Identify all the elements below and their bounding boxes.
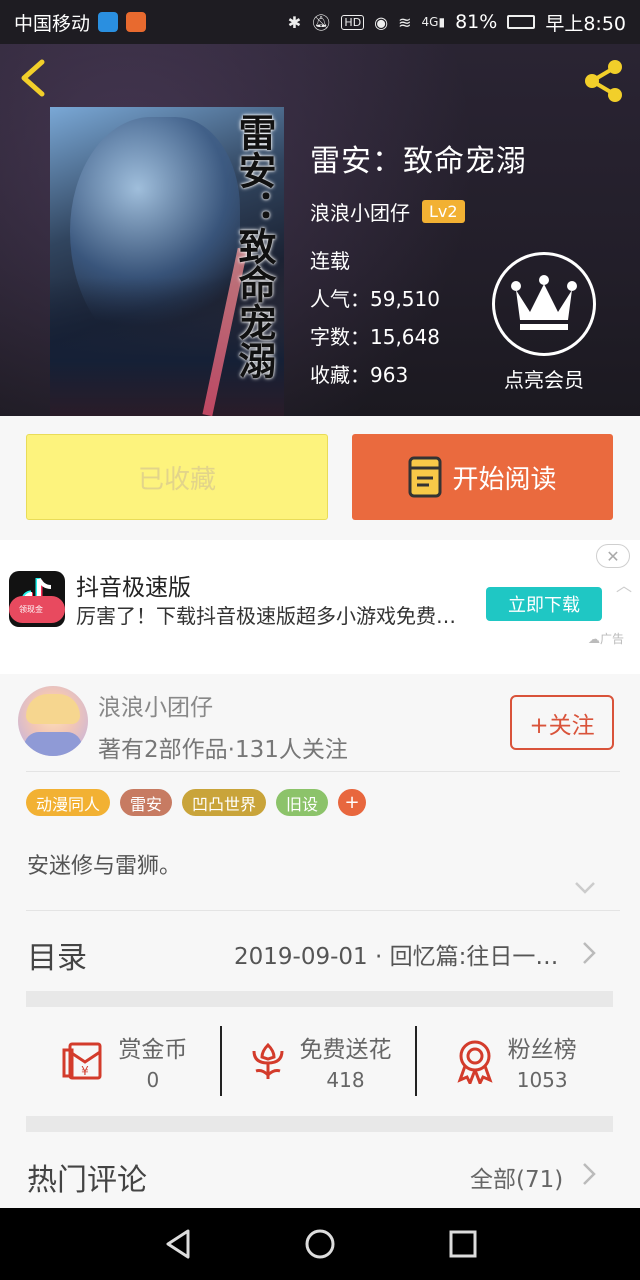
ad-mark: ☁广告: [588, 632, 625, 646]
avatar-hair: [26, 694, 80, 724]
reward-coins-value: 0: [146, 1068, 160, 1092]
book-cover[interactable]: 雷安：致命宠溺: [50, 107, 284, 416]
divider: [26, 771, 620, 772]
start-reading-label: 开始阅读: [452, 464, 557, 495]
crown-icon: [511, 275, 577, 330]
hd-icon: HD: [341, 14, 365, 30]
home-circle-icon[interactable]: [304, 1228, 336, 1260]
battery-icon: [507, 15, 536, 29]
carrier-label: 中国移动: [14, 12, 91, 35]
bluetooth-icon: ✱: [287, 12, 302, 32]
start-reading-button[interactable]: 开始阅读: [352, 434, 613, 520]
avatar-body: [24, 732, 82, 756]
chevron-up-icon[interactable]: ︿: [616, 572, 632, 596]
section-divider: [26, 1116, 613, 1132]
ad-icon-tag: 领现金: [9, 596, 65, 623]
flower-icon: [252, 1042, 283, 1079]
fans-ranking-label: 粉丝榜: [507, 1037, 577, 1063]
chevron-right-icon[interactable]: [582, 1162, 596, 1186]
send-flower-value: 418: [326, 1068, 365, 1092]
hot-comments-label: 热门评论: [27, 1163, 147, 1198]
tag-list: 动漫同人 雷安 凹凸世界 旧设 +: [26, 789, 367, 816]
tag-chip[interactable]: 动漫同人: [26, 789, 111, 816]
favorites-count: 收藏：963: [310, 363, 409, 387]
svg-text:¥: ¥: [82, 1064, 90, 1078]
all-comments-link[interactable]: 全部(71): [470, 1160, 563, 1194]
network-type: 4G: [421, 15, 439, 29]
signal-icon: 4G▮: [421, 15, 446, 29]
serial-status: 连载: [310, 249, 350, 273]
book-header: 雷安：致命宠溺 雷安：致命宠溺 浪浪小团仔 Lv2 连载 人气：59,510 字…: [0, 44, 640, 416]
ad-app-name: 抖音极速版: [76, 575, 191, 601]
reward-coins-label: 赏金币: [118, 1037, 188, 1063]
toc-label[interactable]: 目录: [27, 933, 87, 977]
medal-icon: [457, 1040, 493, 1084]
red-envelope-icon: ¥: [62, 1042, 102, 1080]
fans-ranking-value: 1053: [516, 1068, 568, 1092]
author-name[interactable]: 浪浪小团仔: [310, 197, 410, 226]
recents-square-icon[interactable]: [448, 1229, 478, 1259]
level-badge: Lv2: [422, 200, 465, 223]
author-card-name[interactable]: 浪浪小团仔: [98, 688, 213, 722]
system-nav-bar: [0, 1208, 640, 1280]
book-icon: [408, 456, 442, 498]
expand-intro-button[interactable]: [574, 880, 596, 894]
fans-ranking-button[interactable]: 粉丝榜 1053: [417, 1024, 613, 1098]
ad-close-button[interactable]: ✕: [596, 544, 630, 568]
douyin-app-icon: 领现金: [9, 571, 65, 627]
ad-banner[interactable]: 领现金 抖音极速版 厉害了！下载抖音极速版超多小游戏免费… 立即下载 ✕ ︿ ☁…: [0, 540, 640, 674]
uc-browser-icon: [126, 12, 147, 32]
battery-percent: 81%: [455, 11, 498, 33]
author-row: 浪浪小团仔 Lv2: [310, 197, 465, 226]
back-triangle-icon[interactable]: [164, 1228, 192, 1260]
ad-download-button[interactable]: 立即下载: [486, 587, 602, 621]
author-avatar[interactable]: [18, 686, 88, 756]
tag-chip[interactable]: 旧设: [276, 789, 329, 816]
shield-app-icon: [98, 12, 119, 32]
book-title: 雷安：致命宠溺: [310, 144, 527, 179]
popularity: 人气：59,510: [310, 287, 440, 311]
back-button[interactable]: [14, 56, 54, 100]
add-tag-button[interactable]: +: [338, 789, 367, 816]
section-divider: [26, 991, 613, 1007]
book-intro: 安迷修与雷狮。: [27, 854, 182, 879]
share-icon: [585, 60, 622, 102]
eye-icon: ◉: [374, 12, 389, 32]
reward-coins-button[interactable]: ¥ 赏金币 0: [26, 1024, 222, 1098]
send-flower-button[interactable]: 免费送花 418: [222, 1024, 418, 1098]
share-button[interactable]: [580, 58, 626, 104]
ad-mark-label: 广告: [600, 632, 625, 646]
mute-icon: 🔕︎: [311, 12, 332, 32]
status-bar: 中国移动 ✱ 🔕︎ HD ◉ ≋ 4G▮ 81% 早上8:50: [0, 0, 640, 44]
ad-description: 厉害了！下载抖音极速版超多小游戏免费…: [76, 604, 456, 628]
chevron-down-icon: [575, 882, 595, 894]
chevron-left-icon: [21, 59, 45, 97]
divider: [26, 910, 620, 911]
word-count: 字数：15,648: [310, 325, 440, 349]
stats-row: ¥ 赏金币 0 免费送花 418 粉丝榜 1053: [26, 1024, 613, 1098]
favorited-button[interactable]: 已收藏: [26, 434, 328, 520]
latest-chapter[interactable]: 2019-09-01 · 回忆篇:往日一…: [234, 937, 558, 971]
tag-chip[interactable]: 雷安: [120, 789, 173, 816]
follow-button[interactable]: +关注: [510, 695, 614, 750]
clock: 早上8:50: [545, 12, 626, 35]
vip-label: 点亮会员: [504, 368, 584, 392]
vip-button[interactable]: [492, 252, 596, 356]
tag-chip[interactable]: 凹凸世界: [182, 789, 267, 816]
wifi-icon: ≋: [398, 12, 412, 32]
author-card-stats: 著有2部作品·131人关注: [98, 737, 348, 763]
cover-title-text: 雷安：致命宠溺: [232, 113, 277, 379]
chevron-right-icon[interactable]: [582, 941, 596, 965]
send-flower-label: 免费送花: [299, 1037, 392, 1063]
